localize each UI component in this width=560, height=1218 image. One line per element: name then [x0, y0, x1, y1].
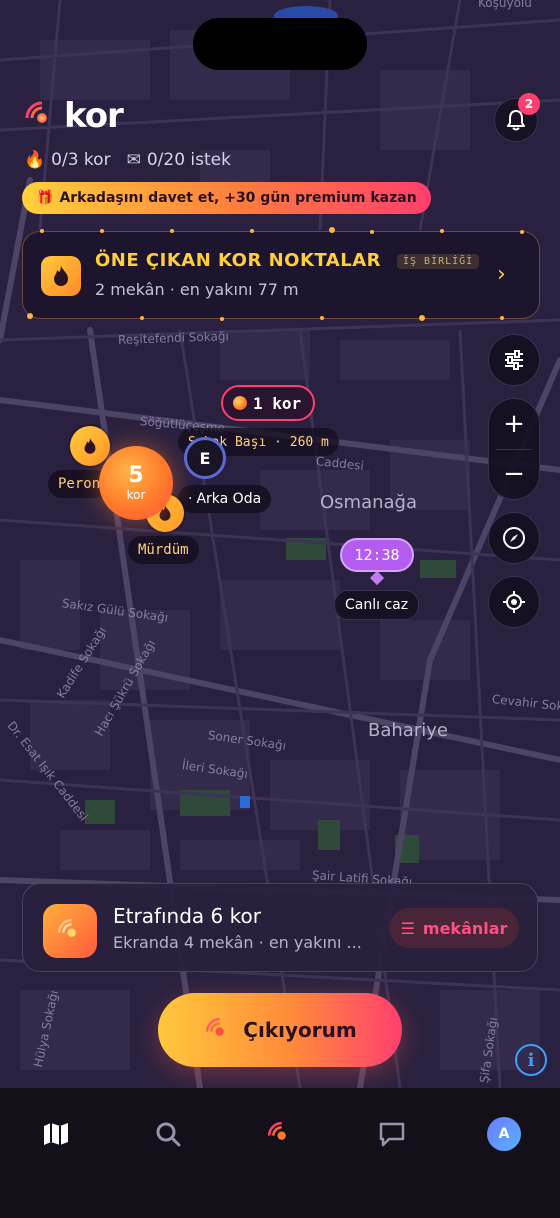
- avatar: A: [487, 1117, 521, 1151]
- featured-lights-decoration: [27, 227, 524, 321]
- invite-text: Arkadaşını davet et, +30 gün premium kaz…: [59, 190, 417, 206]
- kor-icon: [267, 1121, 286, 1140]
- district-label-bahariye: Bahariye: [368, 720, 448, 741]
- app-name: kor: [64, 96, 124, 136]
- usage-counters: 🔥 0/3 kor ✉ 0/20 istek: [24, 150, 231, 170]
- tab-messages[interactable]: [368, 1110, 416, 1158]
- nearby-summary-card[interactable]: Etrafında 6 kor Ekranda 4 mekân · en yak…: [22, 883, 538, 972]
- compass-button[interactable]: [488, 512, 540, 564]
- invite-banner[interactable]: 🎁 Arkadaşını davet et, +30 gün premium k…: [22, 182, 431, 214]
- sliders-icon: [505, 350, 523, 370]
- venue-label-murdum: Mürdüm: [128, 536, 199, 564]
- kor-marker-pill[interactable]: 1 kor: [221, 385, 316, 421]
- zoom-out-button[interactable]: −: [503, 449, 525, 499]
- event-label[interactable]: Canlı caz: [334, 590, 420, 620]
- chat-icon: [379, 1122, 405, 1147]
- user-marker[interactable]: E: [184, 437, 226, 479]
- kor-marker-count: 1 kor: [253, 393, 302, 413]
- venue-marker-peron[interactable]: [70, 426, 110, 466]
- info-button[interactable]: i: [515, 1044, 547, 1076]
- notification-badge: 2: [518, 93, 540, 115]
- cluster-unit: kor: [126, 488, 146, 502]
- tab-profile[interactable]: A: [480, 1110, 528, 1158]
- district-label-osmanaga: Osmanağa: [320, 492, 418, 513]
- cluster-count: 5: [128, 463, 144, 488]
- tab-map[interactable]: [32, 1110, 80, 1158]
- map-label-kosuyolu: Koşuyolu: [478, 0, 532, 10]
- crosshair-icon: [503, 591, 525, 613]
- kor-cluster-marker[interactable]: 5 kor: [99, 446, 173, 520]
- locate-me-button[interactable]: [488, 576, 540, 628]
- zoom-controls: + −: [488, 398, 540, 500]
- kor-icon: [43, 904, 97, 958]
- kor-dot-icon: [233, 396, 247, 410]
- going-out-button[interactable]: Çıkıyorum: [158, 993, 402, 1067]
- nearby-subtitle: Ekranda 4 mekân · en yakını ...: [113, 933, 362, 952]
- compass-icon: [503, 527, 525, 549]
- kor-counter: 🔥 0/3 kor: [24, 150, 111, 170]
- app-logo: kor: [22, 96, 124, 136]
- filter-button[interactable]: [488, 334, 540, 386]
- search-icon: [156, 1122, 181, 1147]
- tab-search[interactable]: [144, 1110, 192, 1158]
- tab-kor[interactable]: [256, 1110, 304, 1158]
- gift-icon: 🎁: [36, 190, 54, 206]
- nearby-title: Etrafında 6 kor: [113, 904, 261, 928]
- tab-bar: A: [0, 1088, 560, 1218]
- event-time-marker[interactable]: 12:38: [340, 538, 414, 572]
- map-icon: [44, 1123, 68, 1145]
- request-counter: ✉ 0/20 istek: [126, 150, 231, 170]
- venue-label-arka-oda: · Arka Oda: [178, 485, 272, 513]
- fire-icon: 🔥: [24, 150, 46, 170]
- list-icon: ☰: [400, 918, 415, 938]
- zoom-in-button[interactable]: +: [503, 399, 525, 449]
- flame-icon: [84, 438, 96, 454]
- venues-list-button[interactable]: ☰ mekânlar: [389, 908, 519, 948]
- mail-icon: ✉: [126, 150, 141, 170]
- camera-notch: [193, 18, 367, 70]
- kor-logo-icon: [25, 101, 47, 123]
- kor-icon: [206, 1017, 225, 1036]
